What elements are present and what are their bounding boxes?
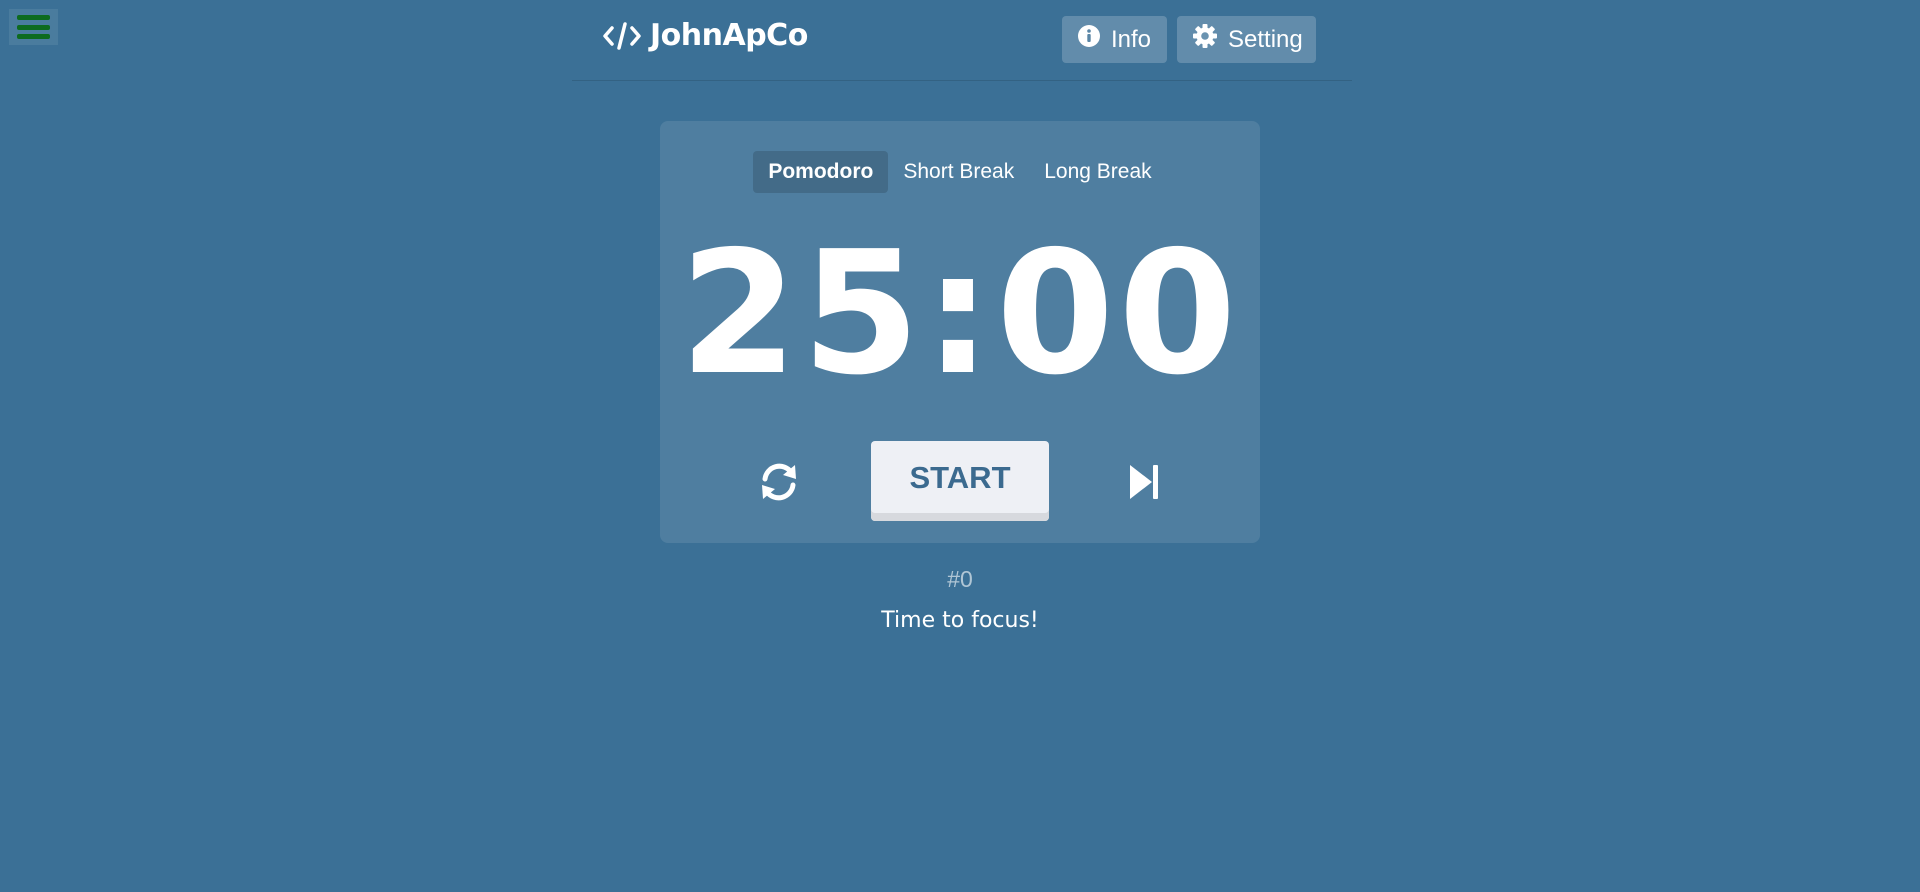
setting-button[interactable]: Setting <box>1177 16 1316 63</box>
header: JohnApCo Info Setting <box>572 0 1352 81</box>
mode-tabs: Pomodoro Short Break Long Break <box>660 151 1260 193</box>
tab-pomodoro[interactable]: Pomodoro <box>753 151 889 193</box>
skip-button[interactable] <box>1124 459 1166 505</box>
status-message: Time to focus! <box>881 608 1039 633</box>
reset-button[interactable] <box>756 459 802 505</box>
code-icon <box>602 20 642 52</box>
tab-long-break[interactable]: Long Break <box>1029 151 1166 193</box>
info-button[interactable]: Info <box>1062 16 1167 63</box>
timer-card: Pomodoro Short Break Long Break 25:00 ST… <box>660 121 1260 543</box>
timer-display: 25:00 <box>679 215 1241 413</box>
hamburger-menu-icon-bar <box>17 34 50 39</box>
hamburger-menu-icon-bar <box>17 15 50 20</box>
tab-short-break[interactable]: Short Break <box>888 151 1029 193</box>
brand-link[interactable]: JohnApCo <box>602 18 808 53</box>
setting-button-label: Setting <box>1228 25 1303 53</box>
menu-toggle-button[interactable] <box>9 9 58 45</box>
pomodoro-counter: #0 <box>947 566 973 592</box>
start-button[interactable]: START <box>871 441 1049 521</box>
sync-icon <box>756 463 802 508</box>
timer-controls: START <box>660 439 1260 521</box>
gear-icon <box>1192 23 1218 56</box>
info-button-label: Info <box>1111 25 1152 53</box>
skip-forward-icon <box>1124 465 1166 508</box>
hamburger-menu-icon-bar <box>17 24 50 30</box>
info-circle-icon <box>1077 24 1101 55</box>
brand-name: JohnApCo <box>650 18 808 53</box>
